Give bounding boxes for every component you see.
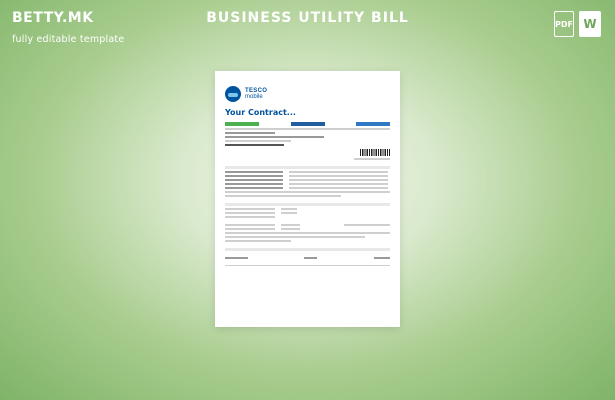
text-line <box>288 187 388 189</box>
page-title: BUSINESS UTILITY BILL <box>206 10 409 26</box>
text-line <box>304 257 318 259</box>
text-line <box>225 257 249 259</box>
text-line <box>280 212 297 214</box>
word-file-icon[interactable]: W <box>579 11 601 37</box>
logo-text-2: mobile <box>245 94 263 100</box>
text-line <box>225 216 275 218</box>
text-line <box>225 179 283 181</box>
text-line <box>225 212 275 214</box>
pdf-file-icon[interactable]: PDF <box>554 11 574 37</box>
section-divider <box>225 247 390 251</box>
brand-tagline: fully editable template <box>12 34 125 45</box>
text-line <box>225 240 291 242</box>
text-line <box>225 224 275 226</box>
tab-bar-1 <box>225 122 259 126</box>
tesco-globe-icon <box>225 86 241 102</box>
tab-bar-2 <box>290 122 325 126</box>
text-line <box>280 228 301 230</box>
text-line <box>280 208 297 210</box>
pdf-label: PDF <box>555 19 573 29</box>
bill-preview[interactable]: TESCO mobile Your Contract... <box>215 71 400 327</box>
text-line <box>353 158 390 160</box>
text-line <box>288 183 388 185</box>
document-tabs <box>225 122 390 126</box>
text-line <box>225 132 275 134</box>
tesco-logo: TESCO mobile <box>225 86 390 102</box>
text-line <box>225 175 283 177</box>
text-line <box>225 264 390 267</box>
text-line <box>225 136 324 138</box>
text-line <box>343 224 390 226</box>
format-icons: PDF W <box>554 11 601 37</box>
text-line <box>280 224 301 226</box>
text-line <box>288 179 388 181</box>
document-heading: Your Contract... <box>225 108 296 117</box>
text-line <box>225 128 390 130</box>
text-line <box>225 144 285 146</box>
text-line <box>225 183 283 185</box>
text-line <box>225 236 366 238</box>
tab-bar-3 <box>356 122 390 126</box>
text-line <box>225 191 390 193</box>
text-line <box>225 171 283 173</box>
text-line <box>225 195 341 197</box>
text-line <box>288 175 388 177</box>
text-line <box>225 232 390 234</box>
text-line <box>373 257 390 259</box>
text-line <box>225 228 275 230</box>
barcode <box>360 148 390 156</box>
text-line <box>225 140 291 142</box>
text-line <box>288 171 388 173</box>
text-line <box>225 187 283 189</box>
text-line <box>225 208 275 210</box>
word-label: W <box>583 17 597 31</box>
